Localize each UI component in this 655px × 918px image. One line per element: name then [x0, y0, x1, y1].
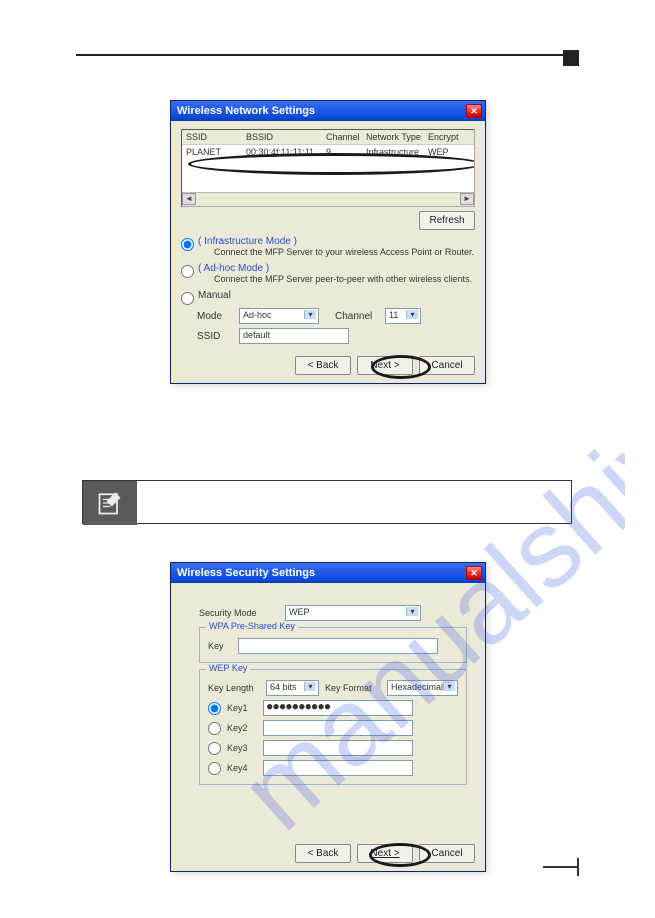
key1-radio[interactable] — [208, 702, 221, 715]
mode-label: Mode — [197, 311, 233, 322]
keyfmt-select[interactable]: Hexadecimal — [387, 680, 458, 696]
key3-input[interactable] — [263, 740, 413, 756]
refresh-button[interactable]: Refresh — [419, 211, 475, 230]
page-bottom-tick — [577, 858, 579, 876]
cancel-button[interactable]: Cancel — [419, 844, 475, 863]
key4-radio[interactable] — [208, 762, 221, 775]
manual-radio[interactable] — [181, 292, 194, 305]
cell-ssid: PLANET — [186, 147, 246, 157]
col-bssid: BSSID — [246, 132, 326, 142]
ssid-label: SSID — [197, 331, 233, 342]
key2-label: Key2 — [227, 723, 257, 733]
keylen-select[interactable]: 64 bits — [266, 680, 319, 696]
infra-radio[interactable] — [181, 238, 194, 251]
secmode-select[interactable]: WEP — [285, 605, 421, 621]
titlebar: Wireless Security Settings ✕ — [171, 563, 485, 583]
mode-select[interactable]: Ad-hoc — [239, 308, 319, 324]
channel-select[interactable]: 11 — [385, 308, 421, 324]
key2-radio[interactable] — [208, 722, 221, 735]
key4-label: Key4 — [227, 763, 257, 773]
adhoc-label: ( Ad-hoc Mode ) — [198, 263, 269, 274]
adhoc-radio[interactable] — [181, 265, 194, 278]
psk-key-label: Key — [208, 641, 232, 651]
key2-input[interactable] — [263, 720, 413, 736]
scroll-right-icon[interactable]: ► — [460, 193, 474, 205]
infra-desc: Connect the MFP Server to your wireless … — [214, 247, 474, 257]
psk-legend: WPA Pre-Shared Key — [206, 621, 298, 631]
window-title: Wireless Security Settings — [177, 567, 315, 579]
next-button[interactable]: Next > — [357, 844, 413, 863]
wireless-network-window: Wireless Network Settings ✕ SSID BSSID C… — [170, 100, 486, 384]
page-corner-mark — [563, 50, 579, 66]
cell-bssid: 00:30:4f:11:11:11 — [246, 147, 326, 157]
next-button[interactable]: Next > — [357, 356, 413, 375]
adhoc-desc: Connect the MFP Server peer-to-peer with… — [214, 274, 472, 284]
wep-legend: WEP Key — [206, 663, 250, 673]
close-icon[interactable]: ✕ — [466, 566, 482, 580]
col-ssid: SSID — [186, 132, 246, 142]
manual-label: Manual — [198, 290, 231, 301]
col-encrypt: Encrypt — [428, 132, 464, 142]
note-icon — [83, 481, 137, 525]
titlebar: Wireless Network Settings ✕ — [171, 101, 485, 121]
cell-channel: 9 — [326, 147, 366, 157]
infra-label: ( Infrastructure Mode ) — [198, 236, 297, 247]
ssid-input[interactable]: default — [239, 328, 349, 344]
page-bottom-rule — [543, 866, 579, 868]
scroll-left-icon[interactable]: ◄ — [182, 193, 196, 205]
secmode-label: Security Mode — [199, 608, 279, 618]
key1-input[interactable]: ●●●●●●●●●● — [263, 700, 413, 716]
cancel-button[interactable]: Cancel — [419, 356, 475, 375]
back-button[interactable]: < Back — [295, 844, 351, 863]
channel-label: Channel — [335, 311, 379, 322]
keyfmt-label: Key Format — [325, 683, 381, 693]
page-top-rule — [76, 54, 579, 56]
col-nettype: Network Type — [366, 132, 428, 142]
back-button[interactable]: < Back — [295, 356, 351, 375]
keylen-label: Key Length — [208, 683, 260, 693]
close-icon[interactable]: ✕ — [466, 104, 482, 118]
key3-label: Key3 — [227, 743, 257, 753]
cell-encrypt: WEP — [428, 147, 464, 157]
psk-key-input[interactable] — [238, 638, 438, 654]
note-bar — [82, 480, 572, 524]
key4-input[interactable] — [263, 760, 413, 776]
cell-nettype: Infrastructure — [366, 147, 428, 157]
wireless-security-window: Wireless Security Settings ✕ Security Mo… — [170, 562, 486, 872]
window-title: Wireless Network Settings — [177, 105, 315, 117]
network-list[interactable]: SSID BSSID Channel Network Type Encrypt … — [181, 129, 475, 207]
key3-radio[interactable] — [208, 742, 221, 755]
col-channel: Channel — [326, 132, 366, 142]
table-row[interactable]: PLANET 00:30:4f:11:11:11 9 Infrastructur… — [182, 145, 474, 159]
key1-label: Key1 — [227, 703, 257, 713]
horizontal-scrollbar[interactable]: ◄ ► — [182, 192, 474, 206]
